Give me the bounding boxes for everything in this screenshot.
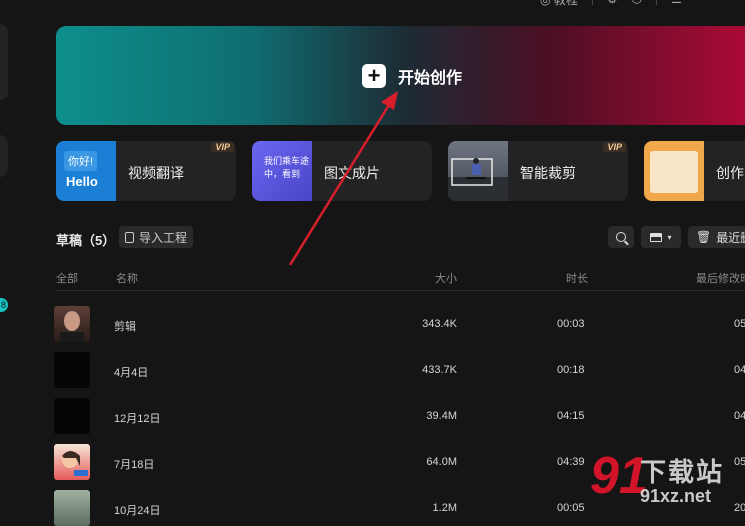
watermark: 91 下载站 91xz.net [590,450,745,514]
watermark-url: 91xz.net [640,486,712,506]
watermark-text: 下载站 [640,457,725,487]
annotation-arrow [288,91,398,266]
